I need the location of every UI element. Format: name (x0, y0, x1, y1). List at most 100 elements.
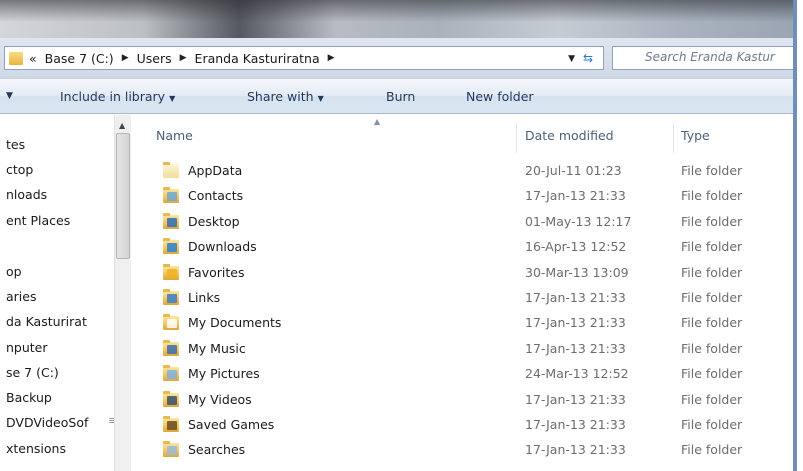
file-name: Contacts (188, 188, 244, 204)
table-row[interactable]: My Videos 17-Jan-13 21:33 File folder (136, 388, 793, 413)
chevron-right-icon[interactable]: ▶ (122, 53, 129, 63)
date-modified: 30-Mar-13 13:09 (525, 264, 629, 280)
table-row[interactable]: Downloads 16-Apr-13 12:52 File folder (136, 235, 793, 260)
contacts-folder-icon (163, 187, 179, 204)
breadcrumb-user[interactable]: Eranda Kasturiratna (195, 51, 320, 66)
file-name: Desktop (188, 213, 240, 229)
chevron-down-icon: ▼ (169, 94, 176, 103)
file-name: My Pictures (188, 366, 260, 382)
nav-item-libraries[interactable]: aries (6, 289, 36, 304)
file-type: File folder (681, 417, 743, 432)
table-row[interactable]: My Documents 17-Jan-13 21:33 File folder (136, 311, 793, 336)
file-type: File folder (681, 213, 743, 229)
column-header-name[interactable]: Name (156, 128, 193, 143)
favorites-folder-icon (163, 263, 179, 280)
date-modified: 16-Apr-13 12:52 (525, 239, 627, 255)
include-in-library-button[interactable]: Include in library ▼ (60, 89, 175, 104)
nav-item-backup[interactable]: Backup (6, 390, 52, 405)
nav-item-favorites[interactable]: tes (6, 137, 25, 152)
file-name: AppData (188, 163, 243, 178)
file-name: Downloads (188, 239, 257, 255)
pictures-folder-icon (163, 365, 179, 382)
file-type: File folder (681, 340, 743, 356)
organize-dropdown-icon[interactable]: ▼ (6, 91, 13, 101)
table-row[interactable]: Desktop 01-May-13 12:17 File folder (136, 210, 793, 235)
nav-item-computer[interactable]: nputer (6, 340, 48, 355)
breadcrumb-users[interactable]: Users (137, 51, 172, 66)
chevron-right-icon[interactable]: ▶ (180, 53, 187, 63)
nav-item-desktop[interactable]: ctop (6, 162, 33, 177)
table-row[interactable]: Links 17-Jan-13 21:33 File folder (136, 286, 793, 311)
date-modified: 24-Mar-13 12:52 (525, 366, 629, 382)
file-list: ▲ Name Date modified Type AppData 20-Jul-… (136, 115, 793, 471)
searches-folder-icon (163, 441, 179, 458)
explorer-window: « Base 7 (C:) ▶ Users ▶ Eranda Kasturira… (0, 0, 797, 471)
file-type: File folder (681, 315, 743, 331)
table-row[interactable]: AppData 20-Jul-11 01:23 File folder (136, 159, 793, 184)
file-type: File folder (681, 366, 743, 382)
address-bar[interactable]: « Base 7 (C:) ▶ Users ▶ Eranda Kasturira… (4, 46, 604, 70)
nav-item-user[interactable]: da Kasturirat (6, 314, 87, 329)
file-type: File folder (681, 290, 743, 305)
nav-item-extensions[interactable]: xtensions (6, 441, 66, 456)
refresh-icon[interactable]: ⇆ (579, 51, 597, 67)
date-modified: 17-Jan-13 21:33 (525, 290, 626, 305)
date-modified: 17-Jan-13 21:33 (525, 442, 626, 458)
table-row[interactable]: My Pictures 24-Mar-13 12:52 File folder (136, 362, 793, 387)
search-input[interactable]: Search Eranda Kastur (612, 46, 793, 70)
nav-scrollbar[interactable]: ▲ (114, 115, 131, 471)
table-row[interactable]: Searches 17-Jan-13 21:33 File folder (136, 438, 793, 463)
documents-folder-icon (163, 314, 179, 331)
sort-ascending-icon: ▲ (374, 117, 381, 126)
column-divider[interactable] (516, 123, 517, 153)
videos-folder-icon (163, 390, 179, 407)
nav-item-dvdvideosoft[interactable]: DVDVideoSof (6, 415, 88, 430)
file-type: File folder (681, 264, 743, 280)
nav-item-desktop-root[interactable]: op (6, 264, 22, 279)
table-row[interactable]: My Music 17-Jan-13 21:33 File folder (136, 337, 793, 362)
burn-button[interactable]: Burn (386, 89, 415, 104)
appdata-folder-icon (163, 162, 179, 178)
table-row[interactable]: Contacts 17-Jan-13 21:33 File folder (136, 184, 793, 209)
file-name: My Music (188, 340, 246, 356)
table-row[interactable]: Saved Games 17-Jan-13 21:33 File folder (136, 413, 793, 438)
nav-item-recent-places[interactable]: ent Places (6, 213, 70, 228)
file-type: File folder (681, 391, 743, 407)
date-modified: 17-Jan-13 21:33 (525, 340, 626, 356)
table-row[interactable]: Favorites 30-Mar-13 13:09 File folder (136, 261, 793, 286)
file-name: My Documents (188, 315, 282, 331)
scroll-thumb[interactable] (116, 133, 130, 259)
date-modified: 17-Jan-13 21:33 (525, 391, 626, 407)
new-folder-button[interactable]: New folder (466, 89, 534, 104)
links-folder-icon (163, 289, 179, 305)
column-header-date[interactable]: Date modified (525, 128, 614, 143)
column-header-type[interactable]: Type (681, 128, 710, 143)
divider (794, 89, 797, 103)
date-modified: 01-May-13 12:17 (525, 213, 632, 229)
file-name: Searches (188, 442, 246, 458)
date-modified: 17-Jan-13 21:33 (525, 315, 626, 331)
address-dropdown-icon[interactable]: ▼ (568, 54, 575, 64)
file-name: Links (188, 290, 221, 305)
command-bar: ▼ Include in library ▼ Share with ▼ Burn N… (0, 78, 797, 114)
share-with-button[interactable]: Share with ▼ (247, 89, 324, 104)
column-divider[interactable] (673, 123, 674, 153)
date-modified: 17-Jan-13 21:33 (525, 188, 626, 204)
date-modified: 17-Jan-13 21:33 (525, 417, 626, 432)
title-glass (0, 0, 793, 38)
overflow-chevron-icon[interactable]: « (29, 51, 37, 66)
desktop-folder-icon (163, 212, 179, 229)
file-name: My Videos (188, 391, 252, 407)
nav-item-drive-c[interactable]: se 7 (C:) (6, 365, 59, 380)
date-modified: 20-Jul-11 01:23 (525, 163, 622, 178)
downloads-folder-icon (163, 238, 179, 255)
folder-icon (9, 51, 23, 65)
scroll-up-icon[interactable]: ▲ (119, 121, 125, 130)
nav-item-downloads[interactable]: nloads (6, 187, 47, 202)
chevron-down-icon: ▼ (317, 94, 324, 103)
breadcrumb-drive[interactable]: Base 7 (C:) (45, 51, 114, 66)
chevron-right-icon[interactable]: ▶ (328, 53, 335, 63)
include-label: Include in library (60, 89, 166, 104)
music-folder-icon (163, 339, 179, 356)
file-type: File folder (681, 188, 743, 204)
